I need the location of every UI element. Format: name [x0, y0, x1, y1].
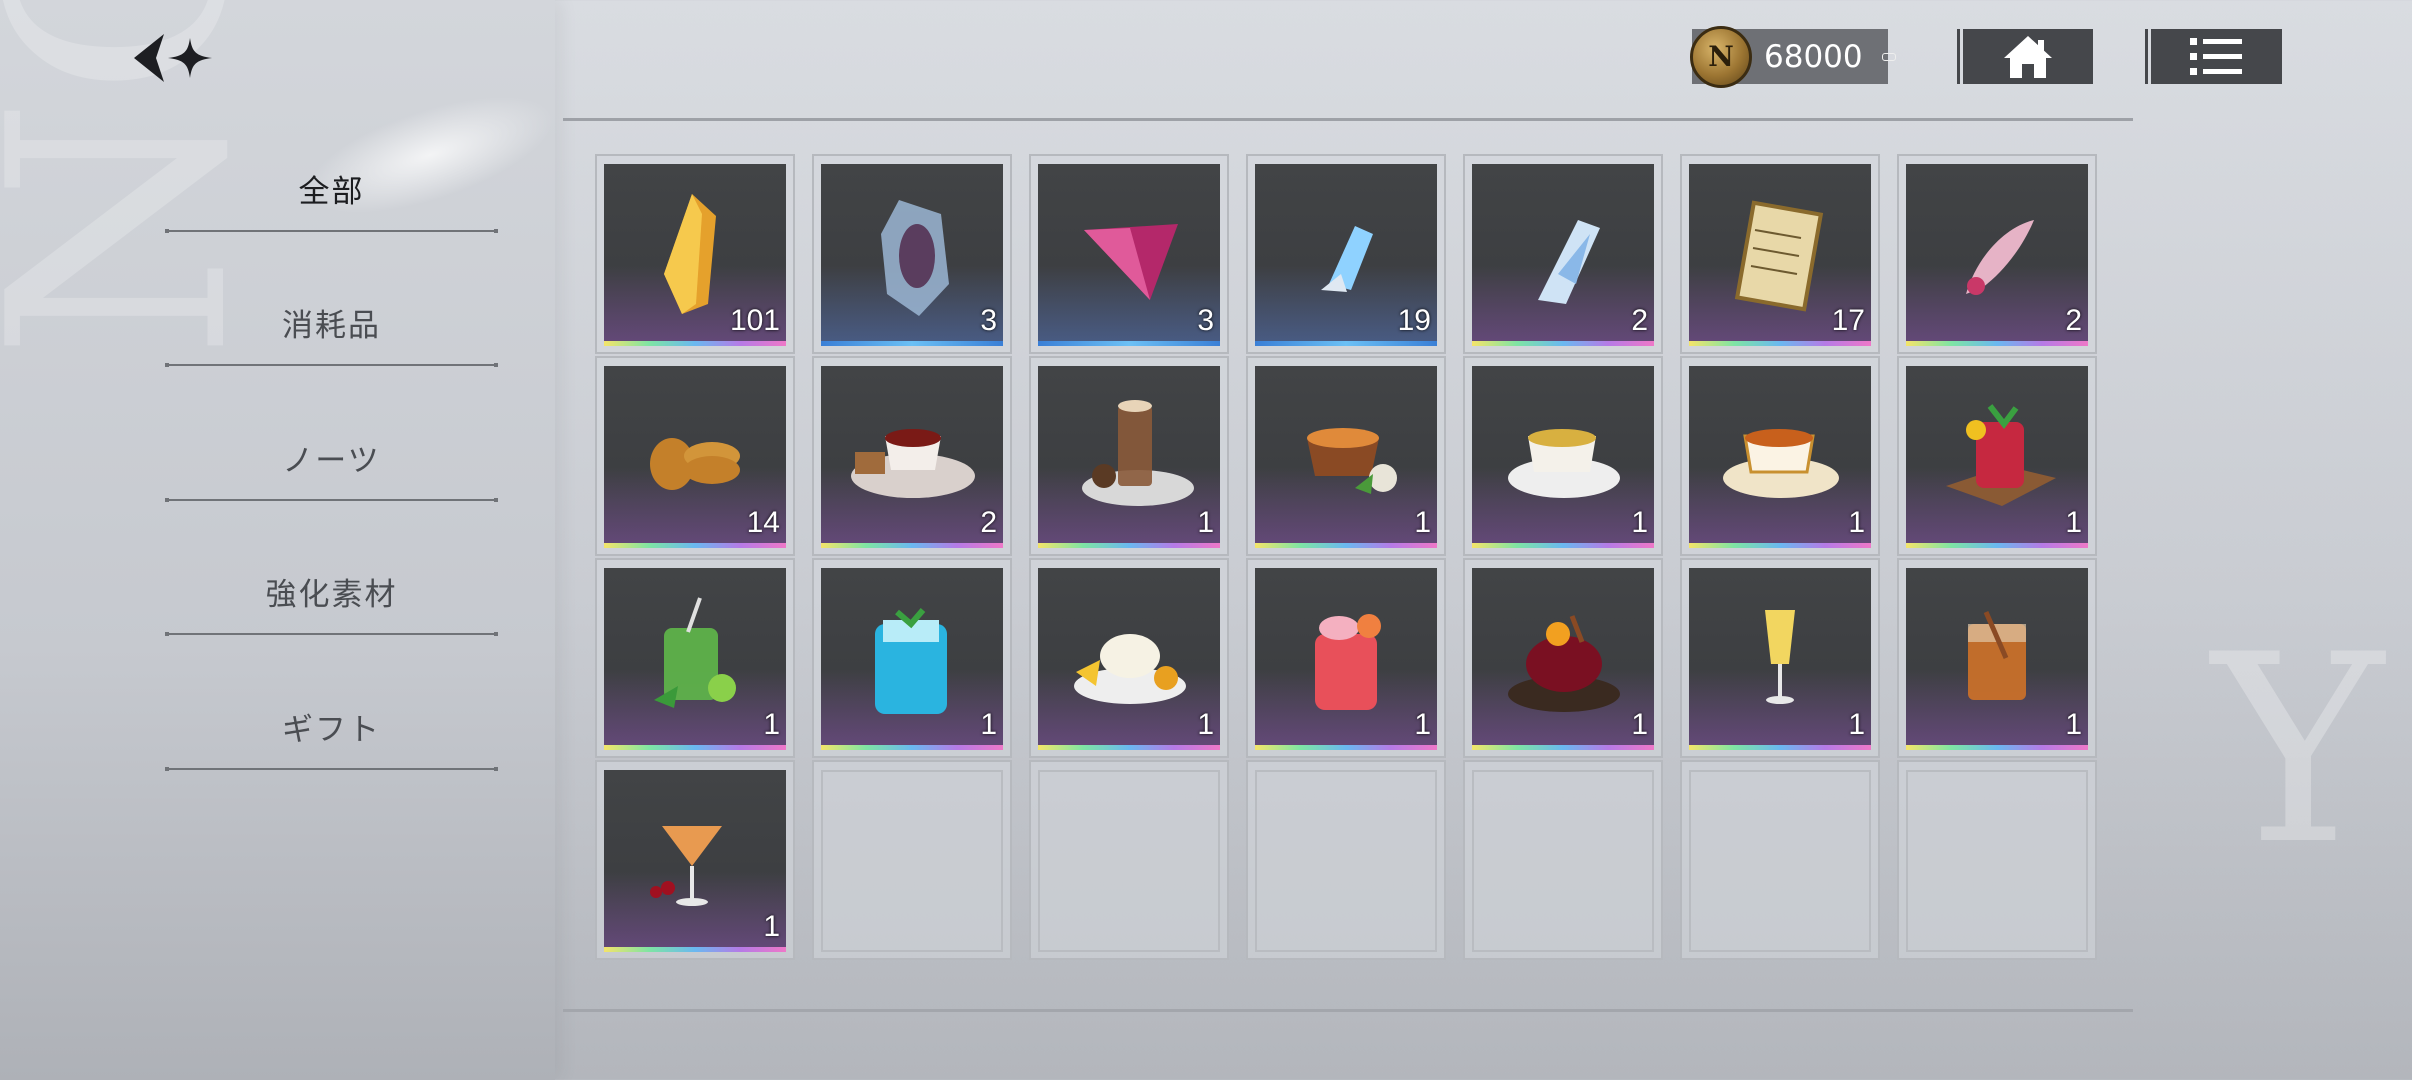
footer-divider: [563, 1009, 2133, 1012]
item-count: 1: [1631, 506, 1648, 539]
pink-brooch-icon: [1966, 220, 2034, 295]
inventory-slot[interactable]: 1: [1463, 356, 1663, 556]
item-count: 1: [980, 708, 997, 741]
item-count: 101: [729, 304, 780, 337]
pink-gem-icon: [1084, 224, 1178, 300]
tab-underline: [165, 498, 498, 502]
category-tab-enhancement[interactable]: 強化素材: [165, 565, 498, 636]
item-count: 1: [2065, 506, 2082, 539]
black-tea-cake-icon: [851, 429, 975, 498]
inventory-slot[interactable]: 1: [1029, 356, 1229, 556]
empty-inventory-slot: [812, 760, 1012, 960]
empty-inventory-slot: [1029, 760, 1229, 960]
category-tab-notes[interactable]: ノーツ: [165, 431, 498, 502]
tab-underline: [165, 767, 498, 771]
cherry-cocktail-icon: [650, 826, 722, 906]
silver-crystal-shard-icon: [1538, 220, 1600, 304]
item-count: 2: [980, 506, 997, 539]
item-count: 1: [1197, 708, 1214, 741]
tab-underline: [165, 229, 498, 233]
portrait-crystal-icon: [881, 200, 949, 316]
item-count: 1: [1631, 708, 1648, 741]
blue-soda-icon: [875, 608, 947, 714]
item-count: 1: [1414, 506, 1431, 539]
inventory-slot[interactable]: 1: [1680, 558, 1880, 758]
lemon-cream-dessert-icon: [1074, 634, 1186, 704]
inventory-slot[interactable]: 1: [1680, 356, 1880, 556]
back-arrow-icon: [134, 34, 212, 82]
item-count: 2: [2065, 304, 2082, 337]
cocoa-drink-icon: [1082, 400, 1194, 506]
inventory-slot[interactable]: 17: [1680, 154, 1880, 354]
berry-soda-icon: [1946, 404, 2056, 506]
whiskey-glass-icon: [1968, 611, 2026, 700]
category-tab-all[interactable]: 全部: [165, 162, 498, 233]
inventory-slot[interactable]: 1: [595, 760, 795, 960]
orange-tea-bowl-icon: [1307, 428, 1397, 494]
n-coin-icon: N: [1690, 25, 1752, 88]
empty-inventory-slot: [1246, 760, 1446, 960]
category-tab-label: 消耗品: [282, 308, 381, 344]
inventory-slot[interactable]: 14: [595, 356, 795, 556]
inventory-grid: 101 3 3 19 2 17 2 14 2 1 1 1 1 1 1 1 1 1…: [595, 154, 2097, 960]
lemon-tea-cup-icon: [1508, 429, 1620, 498]
back-button[interactable]: [128, 28, 218, 88]
inventory-slot[interactable]: 1: [1029, 558, 1229, 758]
header-divider: [563, 118, 2133, 121]
inventory-slot[interactable]: 1: [595, 558, 795, 758]
inventory-slot[interactable]: 3: [812, 154, 1012, 354]
tab-underline: [165, 363, 498, 367]
inventory-slot[interactable]: 1: [812, 558, 1012, 758]
mojito-icon: [654, 597, 736, 708]
currency-amount: 68000: [1764, 38, 1863, 75]
currency-display: N 68000: [1690, 25, 1896, 88]
currency-endcap: [1882, 53, 1896, 61]
category-tab-label: ギフト: [282, 712, 381, 748]
category-tab-label: ノーツ: [282, 443, 381, 479]
item-count: 3: [1197, 304, 1214, 337]
inventory-slot[interactable]: 1: [1897, 356, 2097, 556]
menu-button[interactable]: [2145, 29, 2282, 84]
category-tab-consumables[interactable]: 消耗品: [165, 296, 498, 367]
hot-fruit-tea-icon: [1508, 615, 1620, 712]
item-count: 14: [746, 506, 780, 539]
category-tab-label: 全部: [298, 174, 365, 210]
category-tab-gifts[interactable]: ギフト: [165, 700, 498, 771]
item-count: 1: [2065, 708, 2082, 741]
empty-inventory-slot: [1897, 760, 2097, 960]
item-count: 3: [980, 304, 997, 337]
home-button[interactable]: [1957, 29, 2093, 84]
inventory-slot[interactable]: 2: [1897, 154, 2097, 354]
empty-inventory-slot: [1680, 760, 1880, 960]
inventory-slot[interactable]: 19: [1246, 154, 1446, 354]
item-count: 1: [1197, 506, 1214, 539]
item-count: 19: [1397, 304, 1431, 337]
inventory-slot[interactable]: 2: [812, 356, 1012, 556]
empty-inventory-slot: [1463, 760, 1663, 960]
item-count: 1: [763, 910, 780, 943]
inventory-slot[interactable]: 101: [595, 154, 795, 354]
inventory-slot[interactable]: 1: [1246, 558, 1446, 758]
inventory-slot[interactable]: 1: [1897, 558, 2097, 758]
corner-decoration: Y: [2212, 600, 2384, 902]
tab-underline: [165, 632, 498, 636]
category-tab-label: 強化素材: [265, 577, 398, 613]
item-count: 2: [1631, 304, 1648, 337]
inventory-slot[interactable]: 1: [1246, 356, 1446, 556]
item-count: 1: [1848, 506, 1865, 539]
item-count: 17: [1831, 304, 1865, 337]
inventory-slot[interactable]: 3: [1029, 154, 1229, 354]
black-tea-cup-icon: [1723, 429, 1839, 498]
inventory-slot[interactable]: 1: [1463, 558, 1663, 758]
grapefruit-soda-icon: [1315, 614, 1381, 710]
item-count: 1: [763, 708, 780, 741]
category-sidebar: NONS 全部 消耗品 ノーツ 強化素材 ギフト: [0, 0, 555, 1080]
home-icon: [2004, 35, 2052, 78]
item-count: 1: [1848, 708, 1865, 741]
list-menu-icon: [2189, 37, 2242, 75]
inventory-slot[interactable]: 2: [1463, 154, 1663, 354]
champagne-icon: [1765, 610, 1795, 704]
item-count: 1: [1414, 708, 1431, 741]
